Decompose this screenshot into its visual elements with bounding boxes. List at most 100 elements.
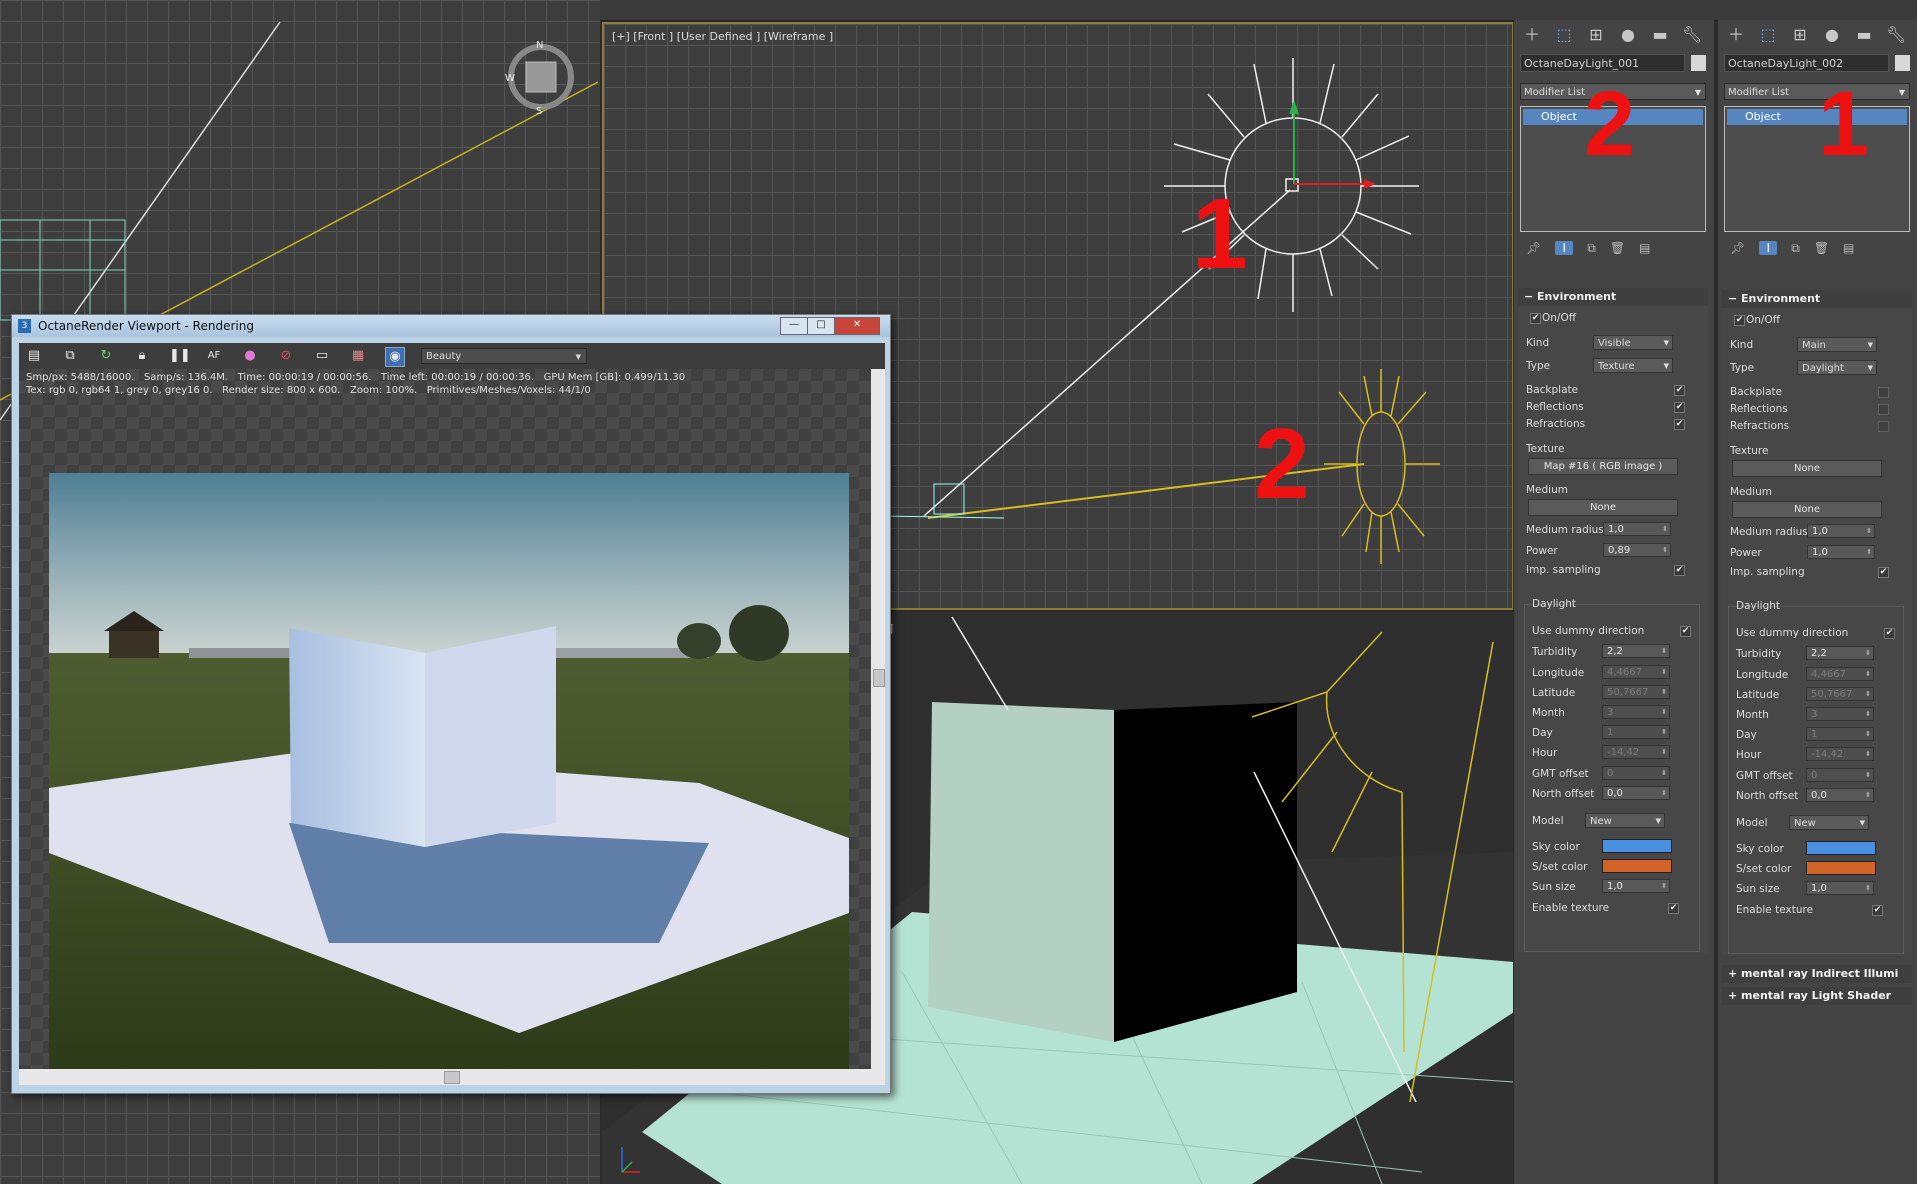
enable-texture-checkbox[interactable]: ✔ (1668, 902, 1679, 914)
refresh-icon[interactable]: ↻ (97, 347, 115, 365)
modify-tab-icon[interactable]: ⬚ (1758, 25, 1778, 45)
medium-button[interactable]: None (1528, 498, 1678, 516)
use-dummy-checkbox[interactable]: ✔ (1884, 628, 1895, 640)
texture-map-button[interactable]: None (1732, 460, 1882, 478)
make-unique-icon[interactable]: ⧉ (1587, 241, 1596, 256)
modifier-stack[interactable]: Object (1724, 106, 1910, 232)
region-icon[interactable]: ▭ (313, 347, 331, 365)
backplate-checkbox[interactable] (1878, 386, 1889, 398)
modify-tab-icon[interactable]: ⬚ (1554, 25, 1574, 45)
latitude-spinner[interactable]: 50,7667 ⬍ (1602, 684, 1670, 699)
type-dropdown[interactable]: Texture ▼ (1593, 358, 1673, 374)
remove-modifier-icon[interactable]: 🗑︎ (1610, 241, 1625, 255)
vertical-scrollbar[interactable] (871, 369, 885, 1069)
model-dropdown[interactable]: New ▼ (1789, 814, 1869, 830)
reflections-checkbox[interactable] (1878, 403, 1889, 415)
object-name-field[interactable]: OctaneDayLight_002 (1724, 54, 1889, 72)
render-window-titlebar[interactable]: 3 OctaneRender Viewport - Rendering — □ … (12, 315, 890, 337)
object-color-swatch[interactable] (1691, 55, 1706, 71)
refractions-checkbox[interactable]: ✔ (1674, 418, 1685, 430)
render-pass-dropdown[interactable]: Beauty ▼ (421, 348, 587, 364)
object-name-field[interactable]: OctaneDayLight_001 (1520, 54, 1685, 72)
display-tab-icon[interactable]: ▬ (1854, 25, 1874, 45)
gmt-offset-spinner[interactable]: 0 ⬍ (1806, 767, 1874, 782)
backplate-checkbox[interactable]: ✔ (1674, 384, 1685, 396)
hour-spinner[interactable]: -14,42 ⬍ (1806, 747, 1874, 762)
sunset-color-swatch[interactable] (1602, 859, 1672, 874)
enable-texture-checkbox[interactable]: ✔ (1872, 904, 1883, 916)
month-spinner[interactable]: 3 ⬍ (1602, 704, 1670, 719)
motion-tab-icon[interactable]: ● (1822, 25, 1842, 45)
create-tab-icon[interactable]: ＋ (1726, 25, 1746, 45)
sun-size-spinner[interactable]: 1,0 ⬍ (1602, 879, 1670, 894)
longitude-spinner[interactable]: 4,4667 ⬍ (1806, 666, 1874, 681)
power-spinner[interactable]: 0,89 ⬍ (1603, 543, 1671, 558)
day-spinner[interactable]: 1 ⬍ (1806, 727, 1874, 742)
color-picker-icon[interactable]: ● (241, 347, 259, 365)
make-unique-icon[interactable]: ⧉ (1791, 241, 1800, 256)
show-end-result-icon[interactable]: I (1759, 241, 1778, 255)
pause-icon[interactable]: ❚❚ (169, 347, 191, 365)
utilities-tab-icon[interactable]: 🔧︎ (1886, 25, 1906, 45)
sunset-color-swatch[interactable] (1806, 861, 1876, 876)
north-offset-spinner[interactable]: 0,0 ⬍ (1806, 787, 1874, 802)
power-spinner[interactable]: 1,0 ⬍ (1807, 545, 1875, 560)
horizontal-scrollbar[interactable] (19, 1069, 885, 1085)
clay-icon[interactable]: ⊘ (277, 347, 295, 365)
turbidity-spinner[interactable]: 2,2 ⬍ (1806, 646, 1874, 661)
film-icon[interactable]: ▦ (349, 347, 367, 365)
onoff-checkbox[interactable]: ✔ (1734, 315, 1745, 326)
create-tab-icon[interactable]: ＋ (1522, 25, 1542, 45)
rollout-mental-ray-light-shader[interactable]: + mental ray Light Shader (1722, 987, 1912, 1005)
reflections-checkbox[interactable]: ✔ (1674, 401, 1685, 413)
environment-rollout-header[interactable]: − Environment (1518, 288, 1708, 306)
onoff-checkbox[interactable]: ✔ (1530, 313, 1541, 324)
kind-dropdown[interactable]: Visible ▼ (1593, 335, 1673, 351)
refractions-checkbox[interactable] (1878, 420, 1889, 432)
sky-color-swatch[interactable] (1806, 841, 1876, 856)
lock-icon[interactable]: 🔒︎ (133, 347, 151, 365)
object-color-swatch[interactable] (1895, 55, 1910, 71)
display-tab-icon[interactable]: ▬ (1650, 25, 1670, 45)
pin-stack-icon[interactable]: 📌︎ (1730, 241, 1745, 255)
configure-sets-icon[interactable]: ▤ (1843, 241, 1854, 255)
save-icon[interactable]: ▤ (25, 347, 43, 365)
pin-stack-icon[interactable]: 📌︎ (1526, 241, 1541, 255)
utilities-tab-icon[interactable]: 🔧︎ (1682, 25, 1702, 45)
close-button[interactable]: ✕ (834, 317, 880, 335)
modifier-list-dropdown[interactable]: Modifier List ▼ (1724, 83, 1910, 100)
sun-size-spinner[interactable]: 1,0 ⬍ (1806, 881, 1874, 896)
rollout-mental-ray-indirect[interactable]: + mental ray Indirect Illumi (1722, 965, 1912, 983)
copy-icon[interactable]: ⧉ (61, 347, 79, 365)
medium-radius-spinner[interactable]: 1,0 ⬍ (1807, 523, 1875, 538)
hierarchy-tab-icon[interactable]: ⊞ (1586, 25, 1606, 45)
medium-radius-spinner[interactable]: 1,0 ⬍ (1603, 521, 1671, 536)
hierarchy-tab-icon[interactable]: ⊞ (1790, 25, 1810, 45)
latitude-spinner[interactable]: 50,7667 ⬍ (1806, 686, 1874, 701)
texture-map-button[interactable]: Map #16 ( RGB image ) (1528, 458, 1678, 476)
month-spinner[interactable]: 3 ⬍ (1806, 706, 1874, 721)
show-end-result-icon[interactable]: I (1555, 241, 1574, 255)
configure-sets-icon[interactable]: ▤ (1639, 241, 1650, 255)
gmt-offset-spinner[interactable]: 0 ⬍ (1602, 765, 1670, 780)
minimize-button[interactable]: — (780, 317, 808, 335)
motion-tab-icon[interactable]: ● (1618, 25, 1638, 45)
day-spinner[interactable]: 1 ⬍ (1602, 725, 1670, 740)
environment-rollout-header[interactable]: − Environment (1722, 290, 1912, 308)
sky-color-swatch[interactable] (1602, 839, 1672, 854)
hour-spinner[interactable]: -14,42 ⬍ (1602, 745, 1670, 760)
octane-render-window[interactable]: 3 OctaneRender Viewport - Rendering — □ … (11, 314, 891, 1094)
imp-sampling-checkbox[interactable]: ✔ (1674, 565, 1685, 577)
maximize-button[interactable]: □ (807, 317, 835, 335)
medium-button[interactable]: None (1732, 500, 1882, 518)
model-dropdown[interactable]: New ▼ (1585, 812, 1665, 828)
remove-modifier-icon[interactable]: 🗑︎ (1814, 241, 1829, 255)
longitude-spinner[interactable]: 4,4667 ⬍ (1602, 664, 1670, 679)
type-dropdown[interactable]: Daylight ▼ (1797, 360, 1877, 376)
use-dummy-checkbox[interactable]: ✔ (1680, 626, 1691, 638)
autofocus-icon[interactable]: AF (205, 347, 223, 365)
imp-sampling-checkbox[interactable]: ✔ (1878, 567, 1889, 579)
north-offset-spinner[interactable]: 0,0 ⬍ (1602, 785, 1670, 800)
stack-item-object[interactable]: Object (1727, 109, 1907, 125)
kind-dropdown[interactable]: Main ▼ (1797, 337, 1877, 353)
